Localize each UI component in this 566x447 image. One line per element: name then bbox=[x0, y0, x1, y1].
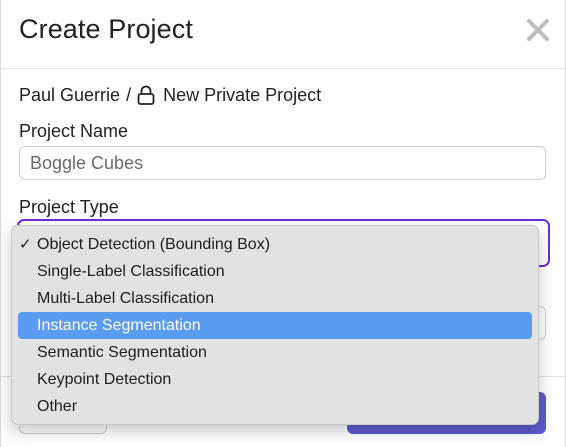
option-label: Semantic Segmentation bbox=[37, 344, 207, 361]
header-divider bbox=[1, 68, 566, 69]
option-label: Keypoint Detection bbox=[37, 371, 172, 388]
project-name-label: Project Name bbox=[19, 121, 129, 141]
close-icon[interactable] bbox=[522, 14, 554, 46]
owner-name: Paul Guerrie bbox=[19, 84, 121, 105]
project-type-option[interactable]: Other bbox=[18, 393, 532, 420]
project-type-option[interactable]: ✓ Object Detection (Bounding Box) bbox=[18, 231, 532, 258]
visibility-label: New Private Project bbox=[163, 84, 322, 105]
project-type-label: Project Type bbox=[19, 197, 119, 217]
project-name-input[interactable]: Boggle Cubes bbox=[19, 146, 546, 180]
option-label: Other bbox=[37, 398, 78, 415]
option-label: Instance Segmentation bbox=[37, 317, 201, 334]
project-type-option[interactable]: Multi-Label Classification bbox=[18, 285, 532, 312]
project-type-dropdown: ✓ Object Detection (Bounding Box) Single… bbox=[11, 225, 539, 425]
option-label: Object Detection (Bounding Box) bbox=[37, 236, 271, 253]
project-type-option[interactable]: Keypoint Detection bbox=[18, 366, 532, 393]
option-label: Single-Label Classification bbox=[37, 263, 225, 280]
project-type-option[interactable]: Single-Label Classification bbox=[18, 258, 532, 285]
checkmark-icon: ✓ bbox=[19, 236, 32, 253]
project-owner-line: Paul Guerrie / New Private Project bbox=[19, 84, 321, 106]
dialog-title: Create Project bbox=[19, 14, 193, 44]
project-type-option-highlighted[interactable]: Instance Segmentation bbox=[18, 312, 532, 339]
lock-icon bbox=[137, 85, 155, 105]
owner-separator: / bbox=[126, 84, 132, 105]
create-project-dialog: Create Project Paul Guerrie / New Privat… bbox=[0, 0, 566, 447]
project-type-option[interactable]: Semantic Segmentation bbox=[18, 339, 532, 366]
option-label: Multi-Label Classification bbox=[37, 290, 214, 307]
